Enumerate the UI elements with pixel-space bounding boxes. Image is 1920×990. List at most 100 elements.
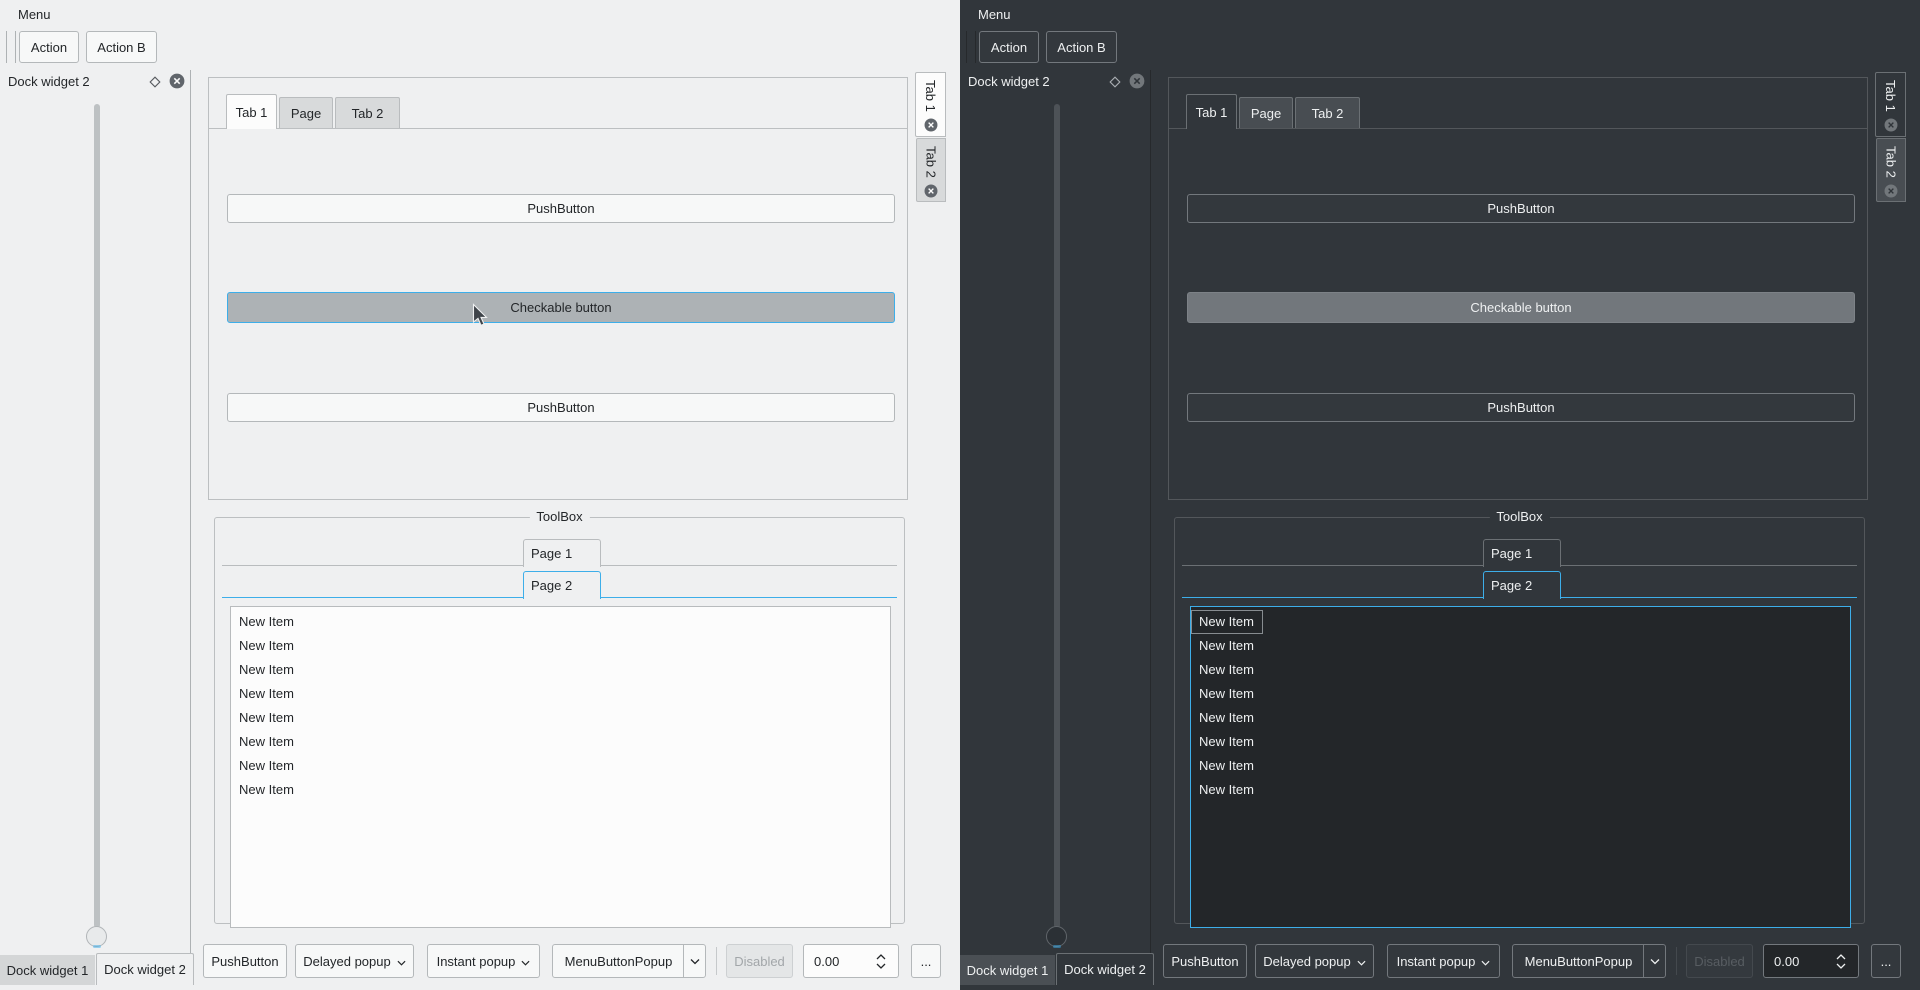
chevron-down-icon[interactable] xyxy=(876,963,886,969)
list-item[interactable]: New Item xyxy=(231,754,890,778)
more-button[interactable]: ... xyxy=(911,944,941,978)
menu-button-popup-arrow[interactable] xyxy=(683,945,705,977)
float-icon[interactable] xyxy=(148,75,162,89)
more-button[interactable]: ... xyxy=(1871,944,1901,978)
chevron-down-icon xyxy=(690,958,700,965)
toolbar-drag-handle[interactable] xyxy=(6,31,16,63)
tab-tab1[interactable]: Tab 1 xyxy=(1186,94,1237,129)
dock-tab-2[interactable]: Dock widget 2 xyxy=(1056,953,1154,985)
list-item[interactable]: New Item xyxy=(231,778,890,802)
menu-item-menu[interactable]: Menu xyxy=(972,5,1017,24)
list-item[interactable]: New Item xyxy=(231,610,890,634)
toolbar-drag-handle[interactable] xyxy=(966,31,976,63)
list-item[interactable]: New Item xyxy=(1191,634,1850,658)
list-item[interactable]: New Item xyxy=(231,682,890,706)
slider-handle[interactable] xyxy=(86,926,107,947)
delayed-popup-label: Delayed popup xyxy=(1263,953,1351,969)
chevron-down-icon xyxy=(1357,960,1366,966)
menu-item-menu[interactable]: Menu xyxy=(12,5,57,24)
push-button[interactable]: PushButton xyxy=(203,944,287,978)
application-window: Menu Action Action B Dock widget 2 Tab 1… xyxy=(0,0,1920,990)
side-tab-2[interactable]: Tab 2 xyxy=(916,138,946,202)
dock-splitter[interactable] xyxy=(1150,70,1151,954)
push-button-top[interactable]: PushButton xyxy=(1187,194,1855,223)
close-icon[interactable] xyxy=(1884,184,1898,198)
instant-popup-button[interactable]: Instant popup xyxy=(427,944,540,978)
list-item[interactable]: New Item xyxy=(1191,658,1850,682)
dock-splitter[interactable] xyxy=(190,70,191,954)
action-button[interactable]: Action xyxy=(19,31,79,63)
toolbar-separator xyxy=(716,947,717,975)
menu-button-popup-label: MenuButtonPopup xyxy=(1524,953,1633,969)
vertical-slider[interactable] xyxy=(94,104,100,928)
delayed-popup-button[interactable]: Delayed popup xyxy=(295,944,414,978)
close-icon[interactable] xyxy=(924,184,938,198)
side-tab-1[interactable]: Tab 1 xyxy=(915,72,946,137)
side-tab-1[interactable]: Tab 1 xyxy=(1875,72,1906,137)
chevron-up-icon[interactable] xyxy=(876,953,886,960)
chevron-down-icon xyxy=(521,960,530,966)
toolbox-page-1[interactable]: Page 1 xyxy=(523,539,601,567)
list-item[interactable]: New Item xyxy=(231,730,890,754)
menu-button-popup-arrow[interactable] xyxy=(1643,945,1665,977)
item-list[interactable]: New Item New Item New Item New Item New Item… xyxy=(230,606,891,928)
list-item[interactable]: New Item xyxy=(1191,754,1850,778)
vertical-slider[interactable] xyxy=(1054,104,1060,928)
tab-page[interactable]: Page xyxy=(1239,97,1293,128)
list-item[interactable]: New Item xyxy=(1191,682,1850,706)
action-b-button[interactable]: Action B xyxy=(1046,31,1117,63)
item-list[interactable]: New Item New Item New Item New Item New Item… xyxy=(1190,606,1851,928)
spinbox[interactable]: 0.00 xyxy=(803,944,899,978)
instant-popup-label: Instant popup xyxy=(436,953,516,969)
toolbox-groupbox: ToolBox Page 1 Page 2 New Item New Item Ne… xyxy=(214,509,905,928)
chevron-up-icon[interactable] xyxy=(1836,953,1846,960)
list-item[interactable]: New Item xyxy=(231,634,890,658)
instant-popup-button[interactable]: Instant popup xyxy=(1387,944,1500,978)
toolbox-page-2[interactable]: Page 2 xyxy=(1483,571,1561,599)
close-icon[interactable] xyxy=(169,73,185,89)
tab-tab2[interactable]: Tab 2 xyxy=(335,97,400,128)
chevron-down-icon[interactable] xyxy=(1836,963,1846,969)
side-tab-2[interactable]: Tab 2 xyxy=(1876,138,1906,202)
float-icon[interactable] xyxy=(1108,75,1122,89)
list-item[interactable]: New Item xyxy=(231,706,890,730)
close-icon[interactable] xyxy=(1129,73,1145,89)
spinbox-value[interactable]: 0.00 xyxy=(1764,954,1836,969)
dock-tab-2[interactable]: Dock widget 2 xyxy=(96,953,194,985)
close-icon[interactable] xyxy=(924,118,938,132)
spinbox[interactable]: 0.00 xyxy=(1763,944,1859,978)
action-button[interactable]: Action xyxy=(979,31,1039,63)
list-item[interactable]: New Item xyxy=(1191,778,1850,802)
list-item[interactable]: New Item xyxy=(1191,610,1263,634)
toolbox-groupbox: ToolBox Page 1 Page 2 New Item New Item Ne… xyxy=(1174,509,1865,928)
dock-tab-1[interactable]: Dock widget 1 xyxy=(0,955,95,985)
toolbox-page-2[interactable]: Page 2 xyxy=(523,571,601,599)
menu-button-popup[interactable]: MenuButtonPopup xyxy=(1512,944,1666,978)
push-button-bottom[interactable]: PushButton xyxy=(227,393,895,422)
push-button-bottom[interactable]: PushButton xyxy=(1187,393,1855,422)
disabled-button: Disabled xyxy=(1686,944,1753,978)
checkable-button[interactable]: Checkable button xyxy=(1187,292,1855,323)
checkable-button[interactable]: Checkable button xyxy=(227,292,895,323)
spinbox-value[interactable]: 0.00 xyxy=(804,954,876,969)
push-button[interactable]: PushButton xyxy=(1163,944,1247,978)
list-item[interactable]: New Item xyxy=(231,658,890,682)
menu-button-popup-label: MenuButtonPopup xyxy=(564,953,673,969)
chevron-down-icon xyxy=(1481,960,1490,966)
side-tab-2-label: Tab 2 xyxy=(923,146,939,178)
list-item[interactable]: New Item xyxy=(1191,706,1850,730)
menu-button-popup[interactable]: MenuButtonPopup xyxy=(552,944,706,978)
action-b-button[interactable]: Action B xyxy=(86,31,157,63)
tab-page[interactable]: Page xyxy=(279,97,333,128)
list-item[interactable]: New Item xyxy=(1191,730,1850,754)
pane-light: Menu Action Action B Dock widget 2 Tab 1… xyxy=(0,0,960,990)
slider-handle[interactable] xyxy=(1046,926,1067,947)
dock-tab-1[interactable]: Dock widget 1 xyxy=(960,955,1055,985)
close-icon[interactable] xyxy=(1884,118,1898,132)
tab-tab1[interactable]: Tab 1 xyxy=(226,94,277,129)
tab-tab2[interactable]: Tab 2 xyxy=(1295,97,1360,128)
delayed-popup-button[interactable]: Delayed popup xyxy=(1255,944,1374,978)
pane-dark: Menu Action Action B Dock widget 2 Tab 1… xyxy=(960,0,1920,990)
push-button-top[interactable]: PushButton xyxy=(227,194,895,223)
toolbox-page-1[interactable]: Page 1 xyxy=(1483,539,1561,567)
